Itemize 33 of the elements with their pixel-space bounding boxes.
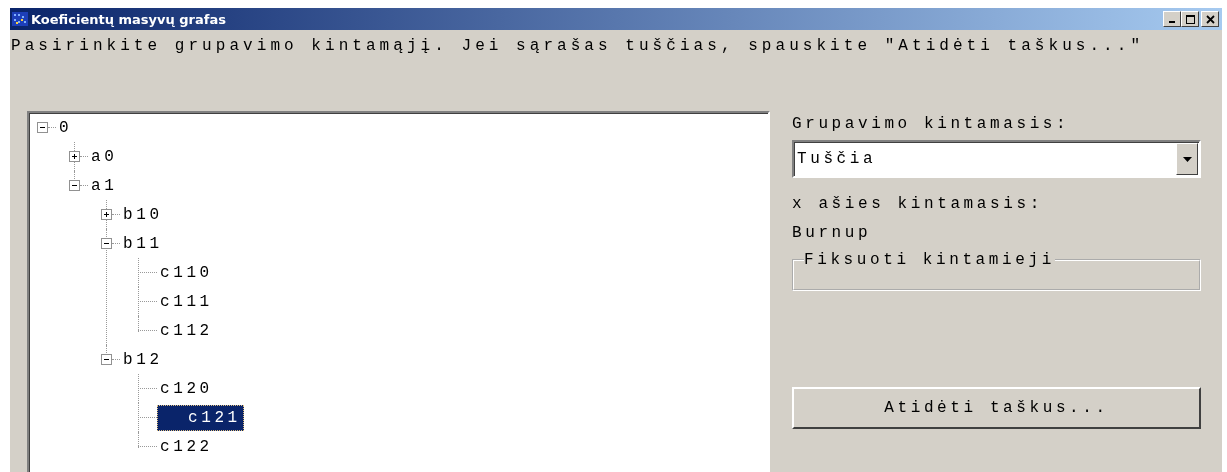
minimize-icon [1169, 21, 1175, 23]
close-button[interactable] [1201, 11, 1219, 27]
maximize-icon [1185, 14, 1195, 24]
window-title: Koeficientų masyvų grafas [31, 11, 227, 27]
instruction-text: Pasirinkite grupavimo kintamąjį. Jei sąrašas tuščias, spauskite "Atidėti taškus..." [10, 36, 1146, 57]
x-axis-value: Burnup [792, 223, 873, 243]
app-icon [12, 12, 28, 26]
tree-item[interactable]: c121 [157, 404, 244, 431]
tree-item[interactable]: a0 [88, 143, 121, 170]
expand-icon[interactable] [69, 151, 80, 162]
tree-item[interactable]: c122 [157, 433, 216, 460]
place-points-button[interactable]: Atidėti taškus... [792, 387, 1201, 429]
collapse-icon[interactable] [101, 354, 112, 365]
x-axis-label: x ašies kintamasis: [792, 194, 1044, 214]
expand-icon[interactable] [101, 209, 112, 220]
tree-item[interactable]: b10 [120, 201, 166, 228]
collapse-icon[interactable] [37, 122, 48, 133]
tree-item[interactable]: c112 [157, 317, 216, 344]
tree-item[interactable]: a1 [88, 172, 121, 199]
tree-item[interactable]: b12 [120, 346, 166, 373]
maximize-button[interactable] [1181, 11, 1199, 27]
close-icon [1205, 14, 1215, 24]
tree-item[interactable]: b11 [120, 230, 166, 257]
tree-item[interactable]: c120 [157, 375, 216, 402]
grouping-dropdown[interactable]: Tuščia [792, 140, 1201, 178]
tree-item[interactable]: 0 [56, 114, 76, 141]
collapse-icon[interactable] [101, 238, 112, 249]
tree-item[interactable]: c111 [157, 288, 216, 315]
collapse-icon[interactable] [69, 180, 80, 191]
group-title: Fiksuoti kintamieji [804, 253, 1055, 267]
minimize-button[interactable] [1163, 11, 1181, 27]
grouping-label: Grupavimo kintamasis: [792, 114, 1071, 134]
tree-item[interactable]: c110 [157, 259, 216, 286]
